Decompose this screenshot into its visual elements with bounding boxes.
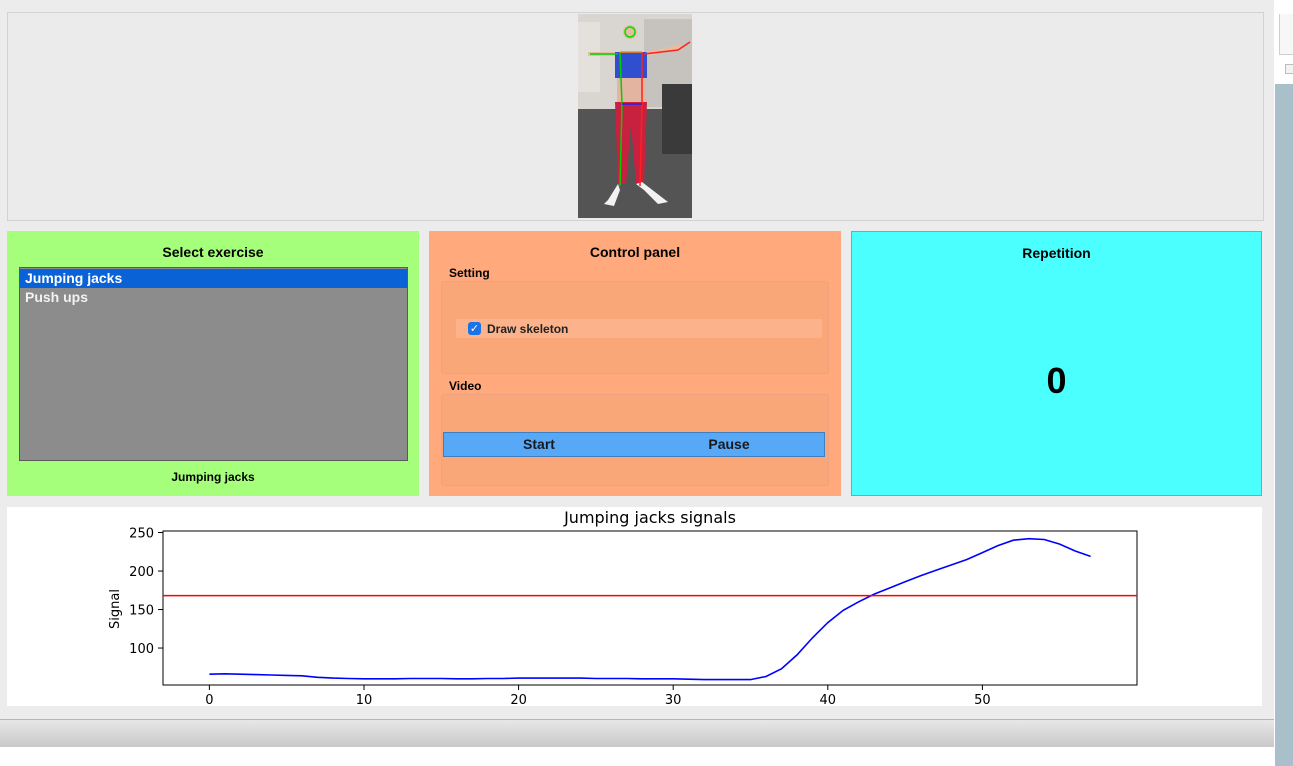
repetition-panel: Repetition 0 bbox=[851, 231, 1262, 496]
selected-exercise-label: Jumping jacks bbox=[171, 470, 255, 484]
repetition-count: 0 bbox=[1046, 360, 1067, 401]
y-tick-label: 100 bbox=[129, 642, 154, 657]
signal-chart-panel: Jumping jacks signals 100 150 200 250 0 10 20… bbox=[7, 507, 1262, 708]
background-window-strip bbox=[1274, 0, 1293, 766]
x-tick-label: 0 bbox=[205, 693, 213, 706]
background-tab-small bbox=[1285, 64, 1293, 74]
signal-chart: Jumping jacks signals 100 150 200 250 0 10 20… bbox=[108, 508, 1138, 708]
list-item-jumping-jacks[interactable]: Jumping jacks bbox=[20, 269, 407, 288]
exercise-list[interactable]: Jumping jacks Push ups bbox=[19, 267, 408, 461]
x-tick-label: 10 bbox=[356, 693, 373, 706]
app-window: Select exercise Jumping jacks Push ups J… bbox=[0, 0, 1274, 747]
series-group bbox=[163, 537, 1137, 681]
x-tick-label: 40 bbox=[820, 693, 837, 706]
video-button-bar: Start Pause bbox=[443, 432, 825, 457]
draw-skeleton-checkbox[interactable]: ✓ Draw skeleton bbox=[456, 319, 822, 338]
x-tick-label: 30 bbox=[665, 693, 682, 706]
signal-line bbox=[209, 537, 1091, 681]
background-tab bbox=[1279, 14, 1293, 55]
video-panel bbox=[7, 12, 1264, 221]
setting-group-label: Setting bbox=[449, 266, 490, 280]
y-axis-label: Signal bbox=[108, 589, 123, 629]
start-button[interactable]: Start bbox=[444, 433, 634, 456]
exercise-panel-title: Select exercise bbox=[162, 244, 264, 260]
control-panel: Control panel Setting ✓ Draw skeleton Vi… bbox=[429, 231, 841, 496]
y-axis-ticks: 100 150 200 250 bbox=[129, 527, 163, 657]
list-item-push-ups[interactable]: Push ups bbox=[20, 288, 407, 307]
y-tick-label: 150 bbox=[129, 604, 154, 619]
control-panel-title: Control panel bbox=[589, 244, 681, 260]
checkmark-icon[interactable]: ✓ bbox=[468, 322, 481, 335]
video-group-label: Video bbox=[449, 379, 482, 393]
y-tick-label: 200 bbox=[129, 565, 154, 580]
x-tick-label: 20 bbox=[510, 693, 527, 706]
pause-button[interactable]: Pause bbox=[634, 433, 824, 456]
background-panel bbox=[1275, 84, 1293, 766]
status-bar bbox=[0, 719, 1274, 747]
plot-area bbox=[162, 530, 1138, 686]
repetition-panel-title: Repetition bbox=[1022, 245, 1091, 261]
chart-title: Jumping jacks signals bbox=[563, 508, 736, 527]
draw-skeleton-label: Draw skeleton bbox=[487, 322, 569, 336]
y-tick-label: 250 bbox=[129, 527, 154, 542]
video-frame bbox=[578, 14, 692, 218]
exercise-panel: Select exercise Jumping jacks Push ups J… bbox=[7, 231, 419, 496]
x-axis-ticks: 0 10 20 30 40 50 bbox=[205, 685, 991, 708]
x-tick-label: 50 bbox=[974, 693, 991, 706]
setting-group: ✓ Draw skeleton bbox=[441, 281, 829, 374]
